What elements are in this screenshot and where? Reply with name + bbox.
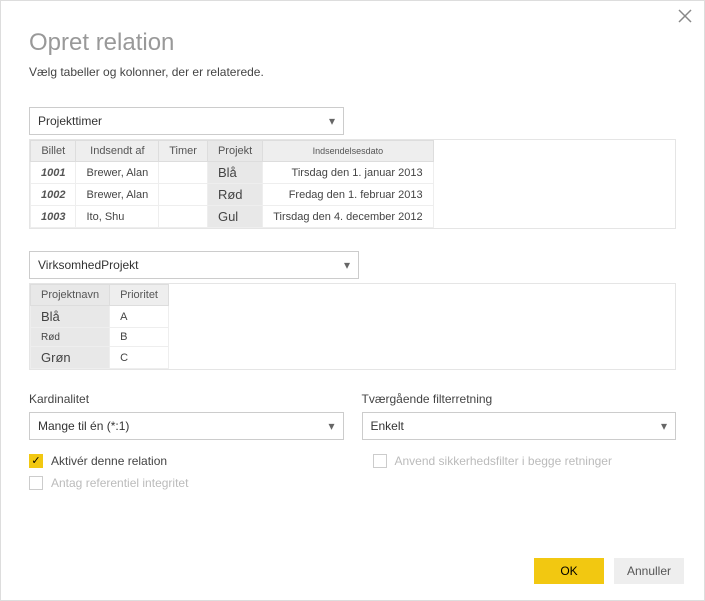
dialog-subtitle: Vælg tabeller og kolonner, der er relate… xyxy=(29,65,676,79)
checkbox-icon xyxy=(373,454,387,468)
cancel-button[interactable]: Annuller xyxy=(614,558,684,584)
cell: 1003 xyxy=(31,206,76,228)
activate-relationship-checkbox[interactable]: ✓ Aktivér denne relation xyxy=(29,454,333,468)
crossfilter-select[interactable]: Enkelt ▾ xyxy=(362,412,677,440)
cell: C xyxy=(110,347,169,369)
cell: 1001 xyxy=(31,162,76,184)
cell: B xyxy=(110,328,169,347)
referential-integrity-label: Antag referentiel integritet xyxy=(51,476,188,490)
table-row: Grøn C xyxy=(31,347,169,369)
close-icon[interactable] xyxy=(678,9,694,25)
col-header[interactable]: Projekt xyxy=(207,141,262,162)
checkbox-icon xyxy=(29,476,43,490)
cell: Rød xyxy=(31,328,110,347)
chevron-down-icon: ▾ xyxy=(344,258,350,272)
col-header[interactable]: Indsendelsesdato xyxy=(263,141,433,162)
cell xyxy=(159,162,208,184)
cell: Fredag den 1. februar 2013 xyxy=(263,184,433,206)
cell: Ito, Shu xyxy=(76,206,159,228)
cell: Blå xyxy=(31,306,110,328)
col-header[interactable]: Prioritet xyxy=(110,285,169,306)
ok-button[interactable]: OK xyxy=(534,558,604,584)
cell: Blå xyxy=(207,162,262,184)
activate-relationship-label: Aktivér denne relation xyxy=(51,454,167,468)
table-header-row: Billet Indsendt af Timer Projekt Indsend… xyxy=(31,141,434,162)
cell xyxy=(159,184,208,206)
cardinality-select[interactable]: Mange til én (*:1) ▾ xyxy=(29,412,344,440)
cell: Tirsdag den 4. december 2012 xyxy=(263,206,433,228)
cell: A xyxy=(110,306,169,328)
table2-select-value: VirksomhedProjekt xyxy=(38,258,139,272)
security-filter-checkbox: Anvend sikkerhedsfilter i begge retninge… xyxy=(373,454,677,468)
table2-preview: Projektnavn Prioritet Blå A Rød B Grøn C xyxy=(29,283,676,370)
col-header[interactable]: Billet xyxy=(31,141,76,162)
crossfilter-value: Enkelt xyxy=(371,419,404,433)
crossfilter-label: Tværgående filterretning xyxy=(362,392,677,406)
cell: Brewer, Alan xyxy=(76,184,159,206)
chevron-down-icon: ▾ xyxy=(328,419,334,433)
col-header[interactable]: Projektnavn xyxy=(31,285,110,306)
chevron-down-icon: ▾ xyxy=(329,114,335,128)
cardinality-value: Mange til én (*:1) xyxy=(38,419,129,433)
table1-select[interactable]: Projekttimer ▾ xyxy=(29,107,344,135)
cell: 1002 xyxy=(31,184,76,206)
table-row: 1002 Brewer, Alan Rød Fredag den 1. febr… xyxy=(31,184,434,206)
cell: Gul xyxy=(207,206,262,228)
table2-select[interactable]: VirksomhedProjekt ▾ xyxy=(29,251,359,279)
cell: Rød xyxy=(207,184,262,206)
table-row: Rød B xyxy=(31,328,169,347)
table-header-row: Projektnavn Prioritet xyxy=(31,285,169,306)
col-header[interactable]: Indsendt af xyxy=(76,141,159,162)
col-header[interactable]: Timer xyxy=(159,141,208,162)
cell: Tirsdag den 1. januar 2013 xyxy=(263,162,433,184)
cardinality-label: Kardinalitet xyxy=(29,392,344,406)
chevron-down-icon: ▾ xyxy=(661,419,667,433)
dialog-title: Opret relation xyxy=(29,29,676,57)
checkmark-icon: ✓ xyxy=(29,454,43,468)
table-row: Blå A xyxy=(31,306,169,328)
referential-integrity-checkbox: Antag referentiel integritet xyxy=(29,476,333,490)
table-row: 1001 Brewer, Alan Blå Tirsdag den 1. jan… xyxy=(31,162,434,184)
table-row: 1003 Ito, Shu Gul Tirsdag den 4. decembe… xyxy=(31,206,434,228)
cell: Brewer, Alan xyxy=(76,162,159,184)
security-filter-label: Anvend sikkerhedsfilter i begge retninge… xyxy=(395,454,612,468)
table1-select-value: Projekttimer xyxy=(38,114,102,128)
cell xyxy=(159,206,208,228)
create-relationship-dialog: Opret relation Vælg tabeller og kolonner… xyxy=(0,0,705,601)
table1-preview: Billet Indsendt af Timer Projekt Indsend… xyxy=(29,139,676,229)
cell: Grøn xyxy=(31,347,110,369)
